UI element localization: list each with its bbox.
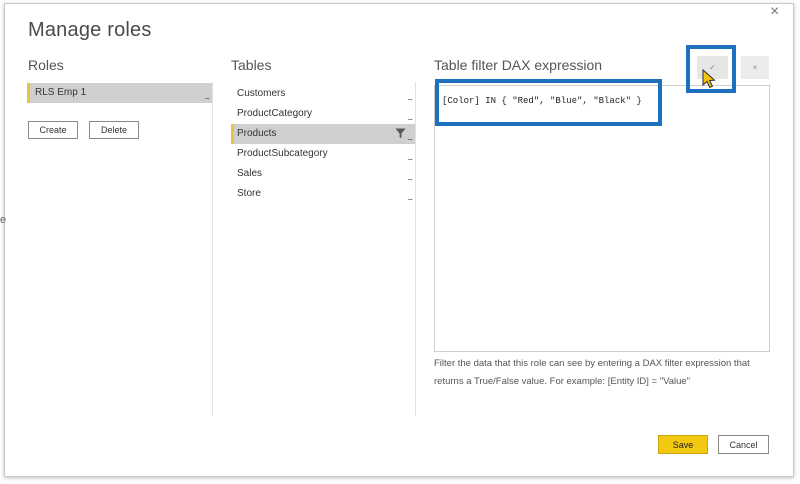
cancel-button[interactable]: Cancel [718, 435, 769, 454]
filter-icon [395, 128, 406, 139]
divider [415, 82, 416, 416]
table-item-label: Customers [237, 88, 286, 99]
save-button[interactable]: Save [658, 435, 708, 454]
table-item-label: ProductCategory [237, 108, 313, 119]
table-item-label: ProductSubcategory [237, 148, 328, 159]
roles-heading: Roles [28, 57, 64, 73]
table-item-productsubcategory[interactable]: ProductSubcategory ... [231, 144, 415, 164]
dax-heading: Table filter DAX expression [434, 57, 603, 73]
close-icon: × [752, 63, 758, 72]
table-item-store[interactable]: Store ... [231, 184, 415, 204]
stray-mark: e [0, 214, 7, 226]
discard-expression-button[interactable]: × [741, 56, 769, 79]
divider [212, 82, 213, 416]
table-item-customers[interactable]: Customers ... [231, 84, 415, 104]
table-item-sales[interactable]: Sales ... [231, 164, 415, 184]
dialog-title: Manage roles [28, 19, 152, 41]
table-item-label: Sales [237, 168, 263, 179]
role-item-rls-emp-1[interactable]: RLS Emp 1 ... [27, 83, 212, 103]
more-options-icon[interactable]: ... [204, 92, 209, 101]
tables-list: Customers ... ProductCategory ... Produc… [231, 84, 415, 204]
dax-help-text: Filter the data that this role can see b… [434, 358, 750, 387]
table-item-label: Store [237, 188, 261, 199]
more-options-icon[interactable]: ... [407, 173, 412, 182]
more-options-icon[interactable]: ... [407, 133, 412, 142]
delete-role-button[interactable]: Delete [89, 121, 139, 139]
tables-heading: Tables [231, 57, 272, 73]
more-options-icon[interactable]: ... [407, 153, 412, 162]
more-options-icon[interactable]: ... [407, 113, 412, 122]
more-options-icon[interactable]: ... [407, 193, 412, 202]
role-item-label: RLS Emp 1 [35, 87, 87, 98]
table-item-products[interactable]: Products ... [231, 124, 415, 144]
table-item-label: Products [237, 128, 277, 139]
mouse-pointer-icon [702, 69, 716, 89]
create-role-button[interactable]: Create [28, 121, 78, 139]
close-icon[interactable]: × [770, 4, 779, 20]
roles-list: RLS Emp 1 ... [27, 83, 212, 103]
table-item-productcategory[interactable]: ProductCategory ... [231, 104, 415, 124]
annotation-highlight-box [435, 79, 662, 126]
more-options-icon[interactable]: ... [407, 93, 412, 102]
